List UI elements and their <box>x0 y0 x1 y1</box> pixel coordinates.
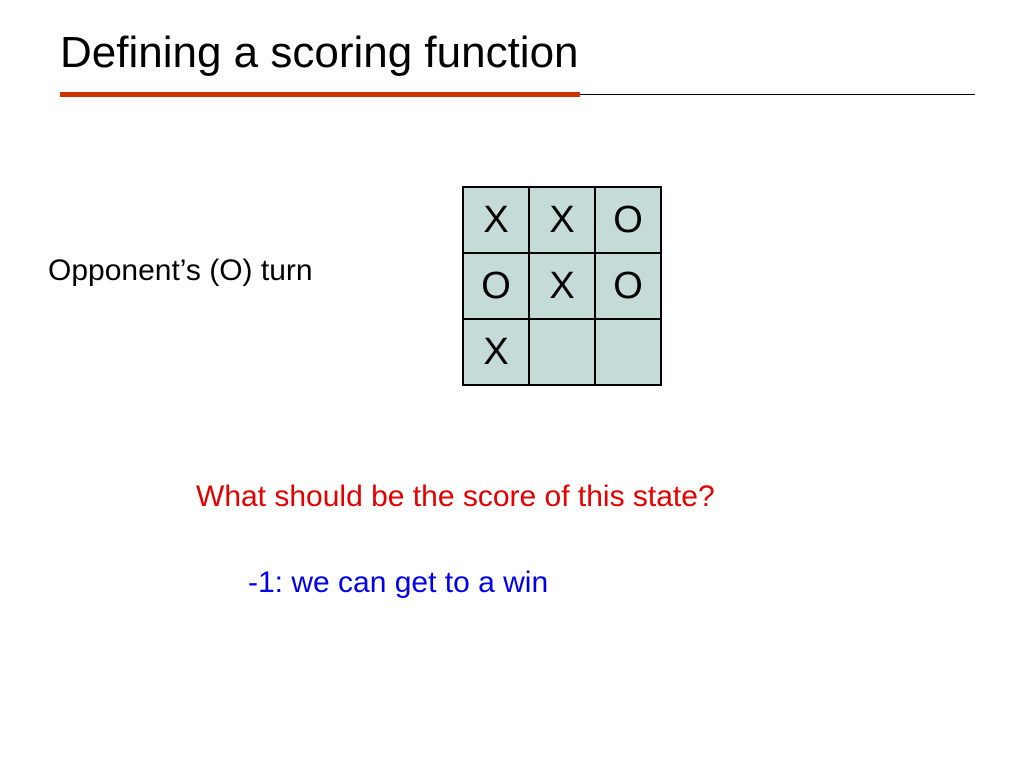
underline-accent-segment <box>60 92 580 97</box>
underline-black-segment <box>580 94 975 95</box>
answer-text: -1: we can get to a win <box>248 566 548 600</box>
table-row: X <box>463 319 661 385</box>
turn-label: Opponent’s (O) turn <box>48 254 313 288</box>
board-cell <box>529 319 595 385</box>
title-underline <box>60 92 975 98</box>
board-cell: X <box>529 253 595 319</box>
table-row: X X O <box>463 187 661 253</box>
board-cell: O <box>595 187 661 253</box>
board-cell <box>595 319 661 385</box>
board-cell: O <box>595 253 661 319</box>
board-cell: X <box>529 187 595 253</box>
table-row: O X O <box>463 253 661 319</box>
board-cell: X <box>463 187 529 253</box>
board-cell: X <box>463 319 529 385</box>
tictactoe-board: X X O O X O X <box>462 186 662 386</box>
question-text: What should be the score of this state? <box>196 480 715 514</box>
slide-title: Defining a scoring function <box>60 28 579 78</box>
board-cell: O <box>463 253 529 319</box>
